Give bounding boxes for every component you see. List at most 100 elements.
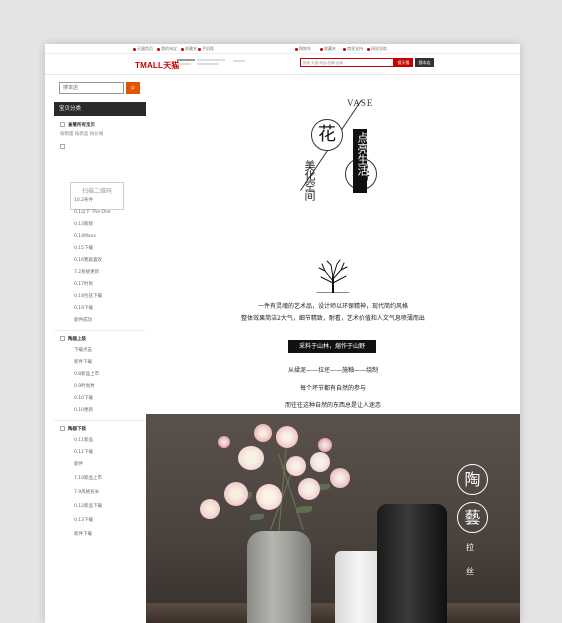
- nature-line: 每个坏节都有自然的参与: [299, 385, 366, 392]
- shop-search-input[interactable]: 搜本店: [59, 82, 124, 94]
- flower: [298, 478, 320, 500]
- checkbox-icon: [60, 336, 65, 341]
- topbar-link[interactable]: 手机版: [198, 46, 214, 51]
- flower: [310, 452, 330, 472]
- topbar-link[interactable]: 商家支持: [343, 46, 363, 51]
- sidebar: 搜本店 ⌕ 宝贝分类 查看所有宝贝 按销量 按新品 按价格 扫描二维码 10.2…: [54, 82, 146, 623]
- search-tmall-button[interactable]: 搜天猫: [394, 58, 413, 67]
- category-item[interactable]: 0.14Maxx: [74, 234, 96, 239]
- category-item[interactable]: 0.13下载: [74, 518, 93, 523]
- home-icon: [133, 47, 136, 51]
- subtitle-box: 点亮生活: [353, 129, 369, 193]
- phone-icon: [198, 47, 201, 51]
- category-item[interactable]: 0.16我就喜欢: [74, 258, 102, 263]
- flower-bud: [318, 438, 332, 452]
- topbar-link[interactable]: 我的淘宝: [157, 46, 177, 51]
- cart-icon: [295, 47, 298, 51]
- flower: [224, 482, 248, 506]
- category-item[interactable]: 10.2条件: [74, 198, 93, 203]
- search-icon[interactable]: ⌕: [126, 82, 140, 94]
- search-input[interactable]: 搜索 天猫 商品/品牌/店铺: [300, 58, 394, 67]
- shop-name-placeholder: [177, 59, 195, 61]
- title-circle-1: 花: [311, 119, 343, 151]
- shop-rating-placeholder: [177, 63, 191, 65]
- charm-line: 而往往这种自然的东西总是让人迷恋: [284, 402, 381, 409]
- table-surface: [146, 603, 520, 623]
- pottery-circle-1: 陶: [457, 464, 488, 495]
- checkbox-icon: [60, 122, 65, 127]
- category-item[interactable]: 0.8新品上市: [74, 372, 99, 377]
- category-all[interactable]: 查看所有宝贝: [60, 122, 95, 128]
- topbar-link[interactable]: 天猫首页: [133, 46, 153, 51]
- category-item[interactable]: 0.12新品下载: [74, 504, 102, 509]
- flower: [238, 446, 264, 470]
- divider: [54, 420, 146, 421]
- category-item[interactable]: 0.15下载: [74, 246, 93, 251]
- category-item[interactable]: 新件成功: [74, 318, 92, 323]
- black-vase: [377, 504, 447, 623]
- product-photo: 陶 藝 拉 丝: [146, 414, 520, 623]
- subtitle-vertical: 美化空间: [303, 160, 316, 200]
- description-line-2: 整体效果简洁2大气，细节精致，耐看，艺术价值和人文气息喷薄而出: [241, 315, 425, 322]
- category-item[interactable]: 0.9时尚秀: [74, 384, 95, 389]
- category-group[interactable]: 陶器下装: [60, 426, 86, 432]
- category-item[interactable]: 0.10下载: [74, 396, 93, 401]
- description-line-1: 一件有灵魂的艺术品，设计师以环保精神，现代简约风格: [257, 303, 408, 310]
- category-item[interactable]: 新件下载: [74, 532, 92, 537]
- category-item[interactable]: 0.19下载: [74, 306, 93, 311]
- leaf: [250, 514, 264, 520]
- user-icon: [157, 47, 160, 51]
- sort-links[interactable]: 按销量 按新品 按价格: [60, 132, 103, 137]
- grey-vase: [247, 531, 311, 623]
- topbar-link[interactable]: 收藏夹: [320, 46, 336, 51]
- flower: [286, 456, 306, 476]
- process-line: 从揉泥——拉坯——施釉——烧制: [287, 367, 378, 374]
- category-header: 宝贝分类: [54, 102, 146, 116]
- category-item[interactable]: 0.11新品: [74, 438, 93, 443]
- checkbox-icon: [60, 144, 65, 149]
- shop-desc-placeholder: [197, 59, 225, 61]
- flower: [276, 426, 298, 448]
- category-item[interactable]: 7.9风格有米: [74, 490, 99, 495]
- store-page: 天猫首页 我的淘宝 收藏夹 手机版 购物车 收藏夹 商家支持 网站导航 TMAL…: [45, 44, 520, 623]
- site-topbar: 天猫首页 我的淘宝 收藏夹 手机版 购物车 收藏夹 商家支持 网站导航: [45, 44, 520, 54]
- flower: [256, 484, 282, 510]
- category-item[interactable]: 0.10更新: [74, 408, 93, 413]
- category-item[interactable]: 0.17时尚: [74, 282, 93, 287]
- category-item[interactable]: 7.2系统更新: [74, 270, 99, 275]
- flower: [254, 424, 272, 442]
- topbar-link[interactable]: 网站导航: [367, 46, 387, 51]
- flower: [200, 499, 220, 519]
- category-item[interactable]: 7.10新品上市: [74, 476, 102, 481]
- pottery-circle-2: 藝: [457, 502, 488, 533]
- search-shop-button[interactable]: 搜本店: [415, 58, 434, 67]
- flower-bud: [218, 436, 230, 448]
- category-item[interactable]: 0.1以下 The One: [74, 210, 111, 215]
- category-item[interactable]: 新件下载: [74, 360, 92, 365]
- divider: [54, 330, 146, 331]
- flower: [330, 468, 350, 488]
- checkbox-icon: [60, 426, 65, 431]
- star-icon: [320, 47, 323, 51]
- category-item[interactable]: 下载点击: [74, 348, 92, 353]
- shop-desc-placeholder: [197, 63, 219, 65]
- shop-icon: [343, 47, 346, 51]
- category-item[interactable]: 0.11下载: [74, 450, 93, 455]
- category-group[interactable]: 陶器上装: [60, 336, 86, 342]
- category-item[interactable]: 新件: [74, 462, 83, 467]
- leaf: [296, 506, 312, 513]
- grid-icon: [367, 47, 370, 51]
- photo-caption-1: 拉: [466, 543, 474, 552]
- topbar-link[interactable]: 收藏夹: [181, 46, 197, 51]
- heart-icon: [181, 47, 184, 51]
- category-item[interactable]: 0.13新款: [74, 222, 93, 227]
- tree-icon: [316, 259, 350, 293]
- tmall-logo[interactable]: TMALL天猫: [135, 60, 180, 71]
- topbar-link[interactable]: 购物车: [295, 46, 311, 51]
- site-header: TMALL天猫 搜索 天猫 商品/品牌/店铺 搜天猫 搜本店: [45, 54, 520, 74]
- photo-caption-2: 丝: [466, 567, 474, 576]
- qr-code: 扫描二维码: [70, 182, 124, 210]
- category-item[interactable]: 0.18包括下载: [74, 294, 102, 299]
- category-item[interactable]: [60, 144, 68, 150]
- tagline-bar: 采料于山林，熔作于山野: [288, 340, 376, 353]
